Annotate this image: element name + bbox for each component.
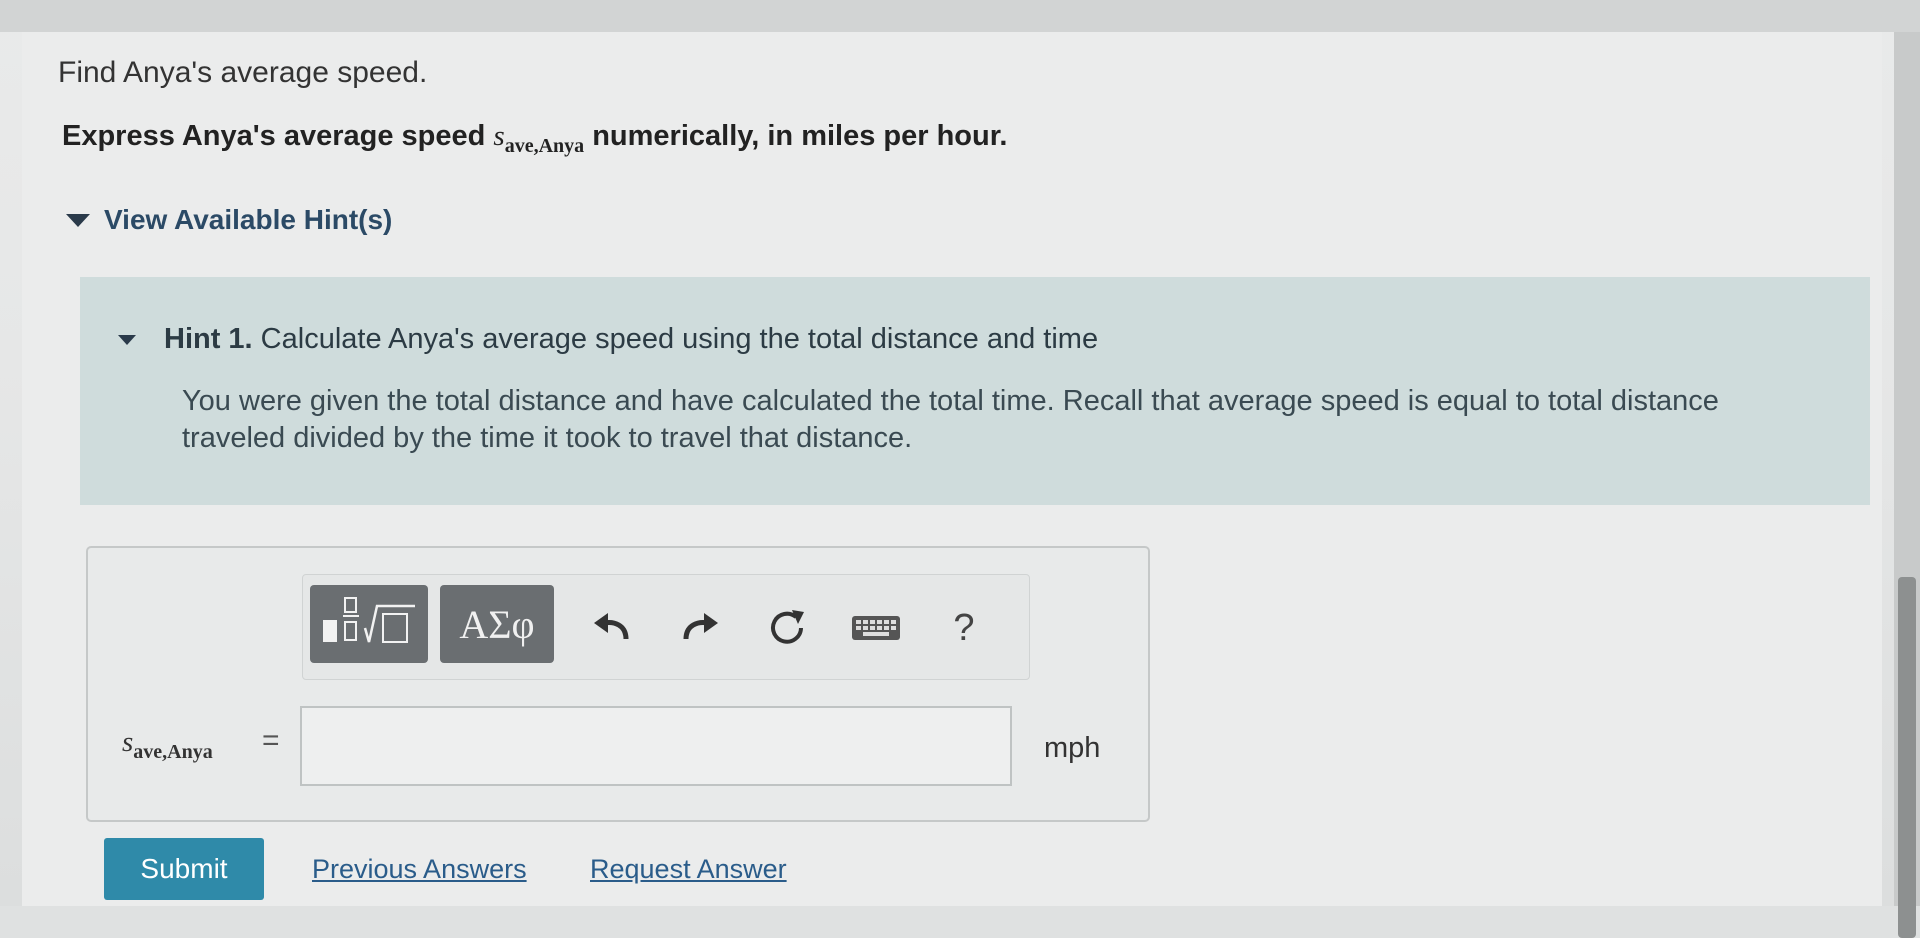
answer-variable-subscript: ave,Anya bbox=[133, 740, 213, 763]
greek-symbols-button[interactable]: ΑΣφ bbox=[440, 585, 554, 663]
templates-button[interactable] bbox=[310, 585, 428, 663]
caret-down-icon bbox=[66, 213, 90, 227]
previous-answers-link[interactable]: Previous Answers bbox=[312, 854, 527, 885]
speed-variable: save,Anya bbox=[493, 120, 584, 157]
templates-icon bbox=[323, 597, 415, 643]
speed-variable-subscript: ave,Anya bbox=[504, 134, 585, 157]
view-hints-label: View Available Hint(s) bbox=[104, 204, 393, 235]
hint-1-title: Hint 1. Calculate Anya's average speed u… bbox=[164, 323, 1098, 356]
instruction-before: Express Anya's average speed bbox=[62, 120, 494, 152]
answer-input[interactable] bbox=[300, 706, 1012, 786]
submit-button[interactable]: Submit bbox=[104, 838, 264, 900]
view-hints-toggle[interactable]: View Available Hint(s) bbox=[66, 204, 392, 236]
hint-1-number: Hint 1. bbox=[164, 323, 253, 355]
question-instruction: Express Anya's average speed save,Anya n… bbox=[62, 120, 1007, 158]
redo-icon[interactable] bbox=[672, 600, 728, 656]
question-prompt: Find Anya's average speed. bbox=[58, 56, 428, 89]
top-strip bbox=[0, 0, 1920, 32]
speed-variable-symbol: s bbox=[493, 120, 505, 152]
undo-icon[interactable] bbox=[584, 600, 640, 656]
keyboard-icon[interactable] bbox=[848, 600, 904, 656]
reset-icon[interactable] bbox=[760, 600, 816, 656]
request-answer-link[interactable]: Request Answer bbox=[590, 854, 787, 885]
answer-variable-label: save,Anya bbox=[122, 726, 213, 764]
caret-down-icon bbox=[118, 334, 136, 345]
scrollbar-thumb[interactable] bbox=[1898, 577, 1916, 938]
equals-sign: = bbox=[262, 724, 280, 757]
hint-1-header[interactable]: Hint 1. Calculate Anya's average speed u… bbox=[118, 323, 1098, 356]
scrollbar[interactable] bbox=[1894, 32, 1920, 938]
hint-1-body: You were given the total distance and ha… bbox=[182, 385, 1719, 454]
answer-variable-symbol: s bbox=[122, 726, 134, 758]
help-icon[interactable]: ? bbox=[936, 600, 992, 656]
hint-1-title-text: Calculate Anya's average speed using the… bbox=[252, 323, 1099, 355]
answer-unit: mph bbox=[1044, 732, 1101, 764]
instruction-after: numerically, in miles per hour. bbox=[584, 120, 1008, 152]
page: Find Anya's average speed. Express Anya'… bbox=[0, 0, 1920, 938]
